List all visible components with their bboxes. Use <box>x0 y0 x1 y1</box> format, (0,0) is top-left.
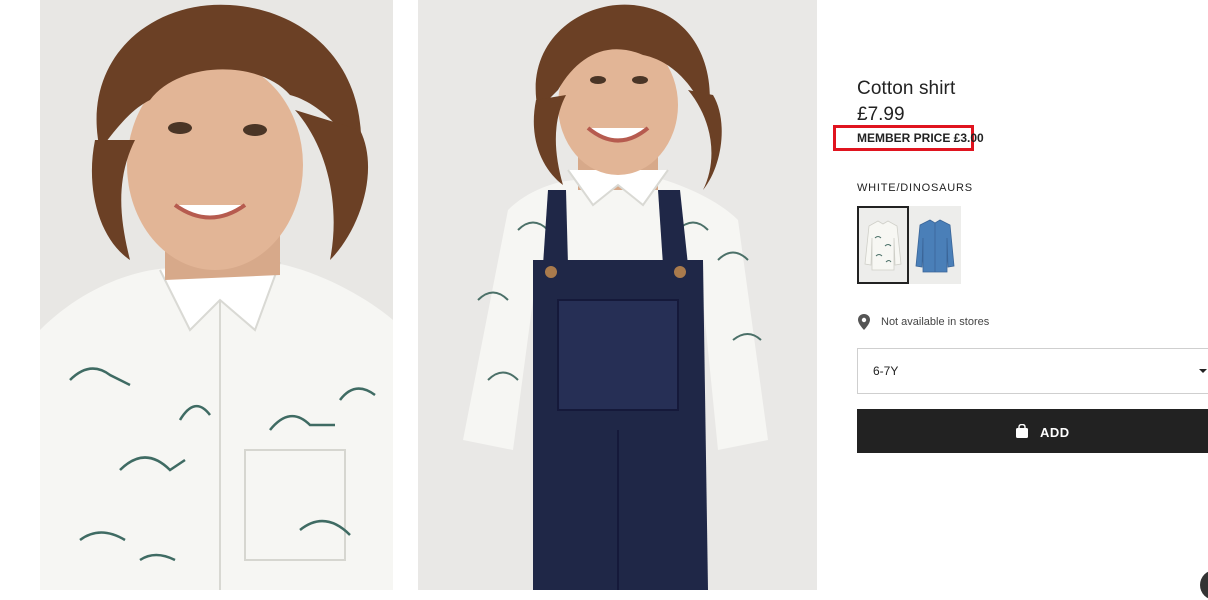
shopping-bag-icon <box>1016 424 1028 438</box>
add-to-bag-button[interactable]: ADD <box>857 409 1208 453</box>
member-price: MEMBER PRICE £3.00 <box>857 131 984 145</box>
denim-shirt-thumbnail <box>909 206 961 284</box>
location-pin-icon <box>858 314 870 330</box>
white-shirt-thumbnail <box>859 208 907 282</box>
color-swatch-white-dinosaurs[interactable] <box>857 206 909 284</box>
store-availability-text: Not available in stores <box>881 316 990 328</box>
size-selected-value: 6-7Y <box>873 364 899 378</box>
color-swatch-denim-blue[interactable] <box>909 206 961 284</box>
product-image-main[interactable] <box>40 0 393 590</box>
product-price: £7.99 <box>857 104 905 125</box>
chevron-down-icon <box>1199 369 1207 373</box>
color-name: WHITE/DINOSAURS <box>857 182 973 194</box>
product-photo-closeup <box>40 0 393 590</box>
product-info-panel: Cotton shirt £7.99 MEMBER PRICE £3.00 WH… <box>833 0 1208 590</box>
product-title: Cotton shirt <box>857 78 956 99</box>
size-select[interactable]: 6-7Y <box>857 348 1208 394</box>
product-photo-fullbody <box>418 0 817 590</box>
store-availability: Not available in stores <box>857 314 989 330</box>
add-button-label: ADD <box>1040 425 1070 440</box>
product-image-secondary[interactable] <box>418 0 817 590</box>
